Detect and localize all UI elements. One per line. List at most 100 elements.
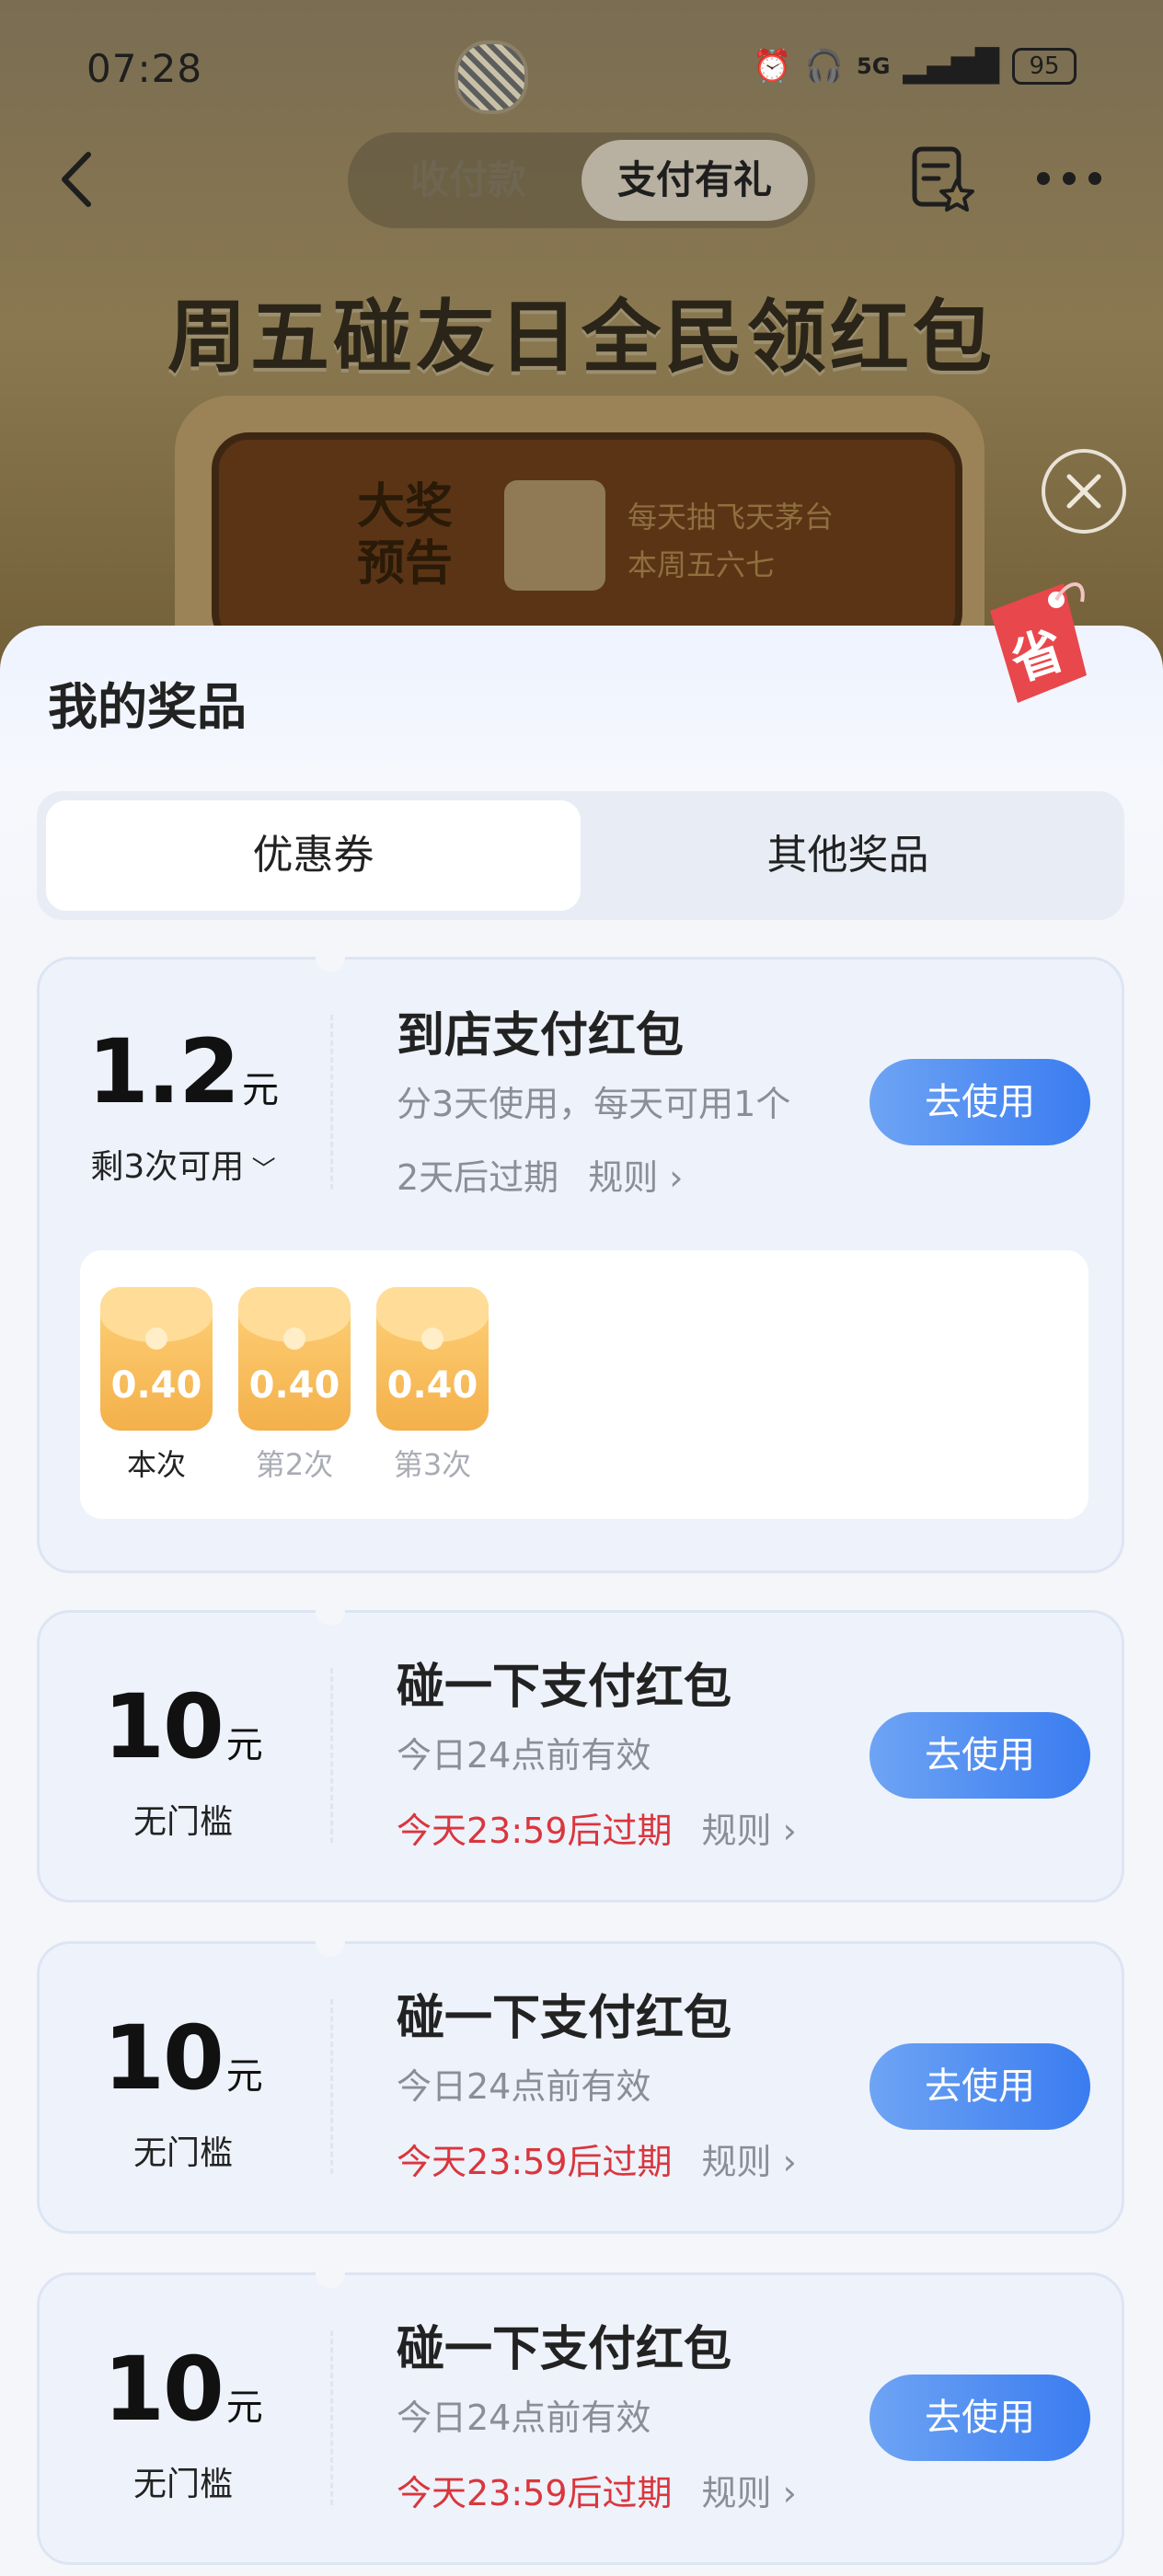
network-label: 5G <box>857 53 891 79</box>
amount-value: 10 <box>103 1675 225 1778</box>
amount-value: 1.2 <box>86 1020 240 1123</box>
amount-unit: 元 <box>225 2386 263 2429</box>
remaining-uses[interactable]: 剩3次可用 ﹀ <box>40 1140 327 1188</box>
packet-label: 本次 <box>126 1447 186 1482</box>
amount-unit: 元 <box>225 1724 263 1766</box>
card-divider <box>330 1668 333 1843</box>
tab-other-prizes[interactable]: 其他奖品 <box>581 800 1115 911</box>
packet-label: 第3次 <box>393 1447 472 1482</box>
notification-avatar-icon <box>455 40 528 114</box>
status-time: 07:28 <box>86 46 203 91</box>
rules-link[interactable]: 规则 › <box>702 2473 797 2513</box>
liquor-bottle-image <box>504 480 605 591</box>
rules-label: 规则 <box>701 2142 772 2182</box>
card-notch <box>316 943 345 972</box>
status-bar: 07:28 ⏰ 🎧 5G ▂▄▆█ 95 <box>0 37 1163 114</box>
coupon-expiry-row: 今天23:59后过期 规则 › <box>397 1802 797 1853</box>
packet-value: 0.40 <box>386 1364 478 1407</box>
coupon-expiry: 2天后过期 <box>397 1157 559 1198</box>
status-icons: ⏰ 🎧 5G ▂▄▆█ 95 <box>753 48 1077 85</box>
coupon-title: 到店支付红包 <box>397 1008 685 1064</box>
rules-link[interactable]: 规则 › <box>588 1157 683 1198</box>
chevron-right-icon: › <box>771 2142 797 2182</box>
use-button[interactable]: 去使用 <box>869 1712 1090 1799</box>
coupon-desc: 今日24点前有效 <box>397 2066 651 2107</box>
amount-unit: 元 <box>225 2055 263 2098</box>
red-packet: 0.40 第2次 <box>238 1287 351 1484</box>
packet-value: 0.40 <box>248 1364 340 1407</box>
headphones-icon: 🎧 <box>804 48 844 85</box>
close-icon[interactable] <box>1042 449 1126 534</box>
use-button[interactable]: 去使用 <box>869 2375 1090 2461</box>
prize-preview-text: 每天抽飞天茅台 本周五六七 <box>628 493 834 589</box>
nav-bar: 收付款 支付有礼 <box>0 129 1163 230</box>
coupon-card: 10 元 无门槛 碰一下支付红包 今日24点前有效 今天23:59后过期 规则 › … <box>37 1927 1124 2234</box>
banner-title: 周五碰友日全民领红包 <box>167 292 996 384</box>
back-arrow-icon[interactable] <box>52 147 107 212</box>
coupon-expiry: 今天23:59后过期 <box>397 1811 673 1851</box>
alarm-icon: ⏰ <box>753 48 792 85</box>
tab-pay-rewards[interactable]: 支付有礼 <box>582 140 808 221</box>
coupon-card: 10 元 无门槛 碰一下支付红包 今日24点前有效 今天23:59后过期 规则 › … <box>37 1596 1124 1903</box>
card-notch <box>316 1927 345 1957</box>
rules-label: 规则 <box>701 2473 772 2513</box>
coupon-desc: 分3天使用，每天可用1个 <box>397 1084 791 1124</box>
red-packet-icon: 0.40 <box>238 1287 351 1431</box>
signal-icon: ▂▄▆█ <box>903 48 999 85</box>
red-packet-icon: 0.40 <box>376 1287 489 1431</box>
red-packet: 0.40 本次 <box>100 1287 213 1484</box>
tab-coupons[interactable]: 优惠券 <box>46 800 581 911</box>
bill-star-icon[interactable] <box>909 144 975 213</box>
packet-label: 第2次 <box>255 1447 334 1482</box>
use-button[interactable]: 去使用 <box>869 1059 1090 1145</box>
coupon-amount: 10 元 <box>40 1675 327 1778</box>
use-button[interactable]: 去使用 <box>869 2043 1090 2130</box>
red-packet-list: 0.40 本次 0.40 第2次 0.40 第3次 <box>80 1250 1088 1519</box>
coupon-amount: 10 元 <box>40 2338 327 2441</box>
packet-value: 0.40 <box>110 1364 202 1407</box>
rules-label: 规则 <box>701 1811 772 1851</box>
sheet-title: 我的奖品 <box>48 678 247 736</box>
prize-preview-badge: 大奖预告 <box>356 479 453 592</box>
prize-line-1: 每天抽飞天茅台 <box>628 500 835 535</box>
rules-link[interactable]: 规则 › <box>702 2142 797 2182</box>
threshold-label: 无门槛 <box>132 2466 233 2503</box>
card-divider <box>330 1999 333 2174</box>
remaining-uses-label: 剩3次可用 <box>90 1148 245 1186</box>
rules-link[interactable]: 规则 › <box>702 1811 797 1851</box>
battery-icon: 95 <box>1012 48 1077 85</box>
coupon-expiry-row: 2天后过期 规则 › <box>397 1149 683 1200</box>
red-packet: 0.40 第3次 <box>376 1287 489 1484</box>
amount-value: 10 <box>103 2007 225 2110</box>
coupon-expiry-row: 今天23:59后过期 规则 › <box>397 2465 797 2515</box>
prize-tabs: 优惠券 其他奖品 <box>37 791 1124 920</box>
coupon-title: 碰一下支付红包 <box>397 2322 732 2377</box>
coupon-card: 10 元 无门槛 碰一下支付红包 今日24点前有效 今天23:59后过期 规则 › … <box>37 2259 1124 2565</box>
rules-label: 规则 <box>588 1157 659 1198</box>
chevron-right-icon: › <box>658 1157 684 1198</box>
threshold-label: 无门槛 <box>132 2134 233 2172</box>
prizes-sheet: 我的奖品 优惠券 其他奖品 1.2 元 剩3次可用 ﹀ 到店支付红包 分3天使用，… <box>0 626 1163 2576</box>
red-packet-icon: 0.40 <box>100 1287 213 1431</box>
tab-collect-pay[interactable]: 收付款 <box>355 140 582 221</box>
more-icon[interactable] <box>1034 162 1104 195</box>
coupon-desc: 今日24点前有效 <box>397 1735 651 1776</box>
prize-line-2: 本周五六七 <box>628 547 776 582</box>
coupon-expiry: 今天23:59后过期 <box>397 2473 673 2513</box>
coupon-title: 碰一下支付红包 <box>397 1991 732 2046</box>
card-notch <box>316 1596 345 1626</box>
chevron-right-icon: › <box>771 2473 797 2513</box>
save-tag-icon: 省 <box>990 582 1087 703</box>
coupon-desc: 今日24点前有效 <box>397 2398 651 2438</box>
card-notch <box>316 2259 345 2288</box>
coupon-expiry-row: 今天23:59后过期 规则 › <box>397 2133 797 2184</box>
coupon-amount: 1.2 元 <box>40 1020 327 1123</box>
card-divider <box>330 1015 333 1190</box>
amount-unit: 元 <box>242 1069 280 1111</box>
coupon-amount: 10 元 <box>40 2007 327 2110</box>
coupon-expiry: 今天23:59后过期 <box>397 2142 673 2182</box>
coupon-card: 1.2 元 剩3次可用 ﹀ 到店支付红包 分3天使用，每天可用1个 2天后过期 规则… <box>37 943 1124 1573</box>
amount-value: 10 <box>103 2338 225 2441</box>
segmented-control: 收付款 支付有礼 <box>348 132 815 228</box>
chevron-right-icon: › <box>771 1811 797 1851</box>
